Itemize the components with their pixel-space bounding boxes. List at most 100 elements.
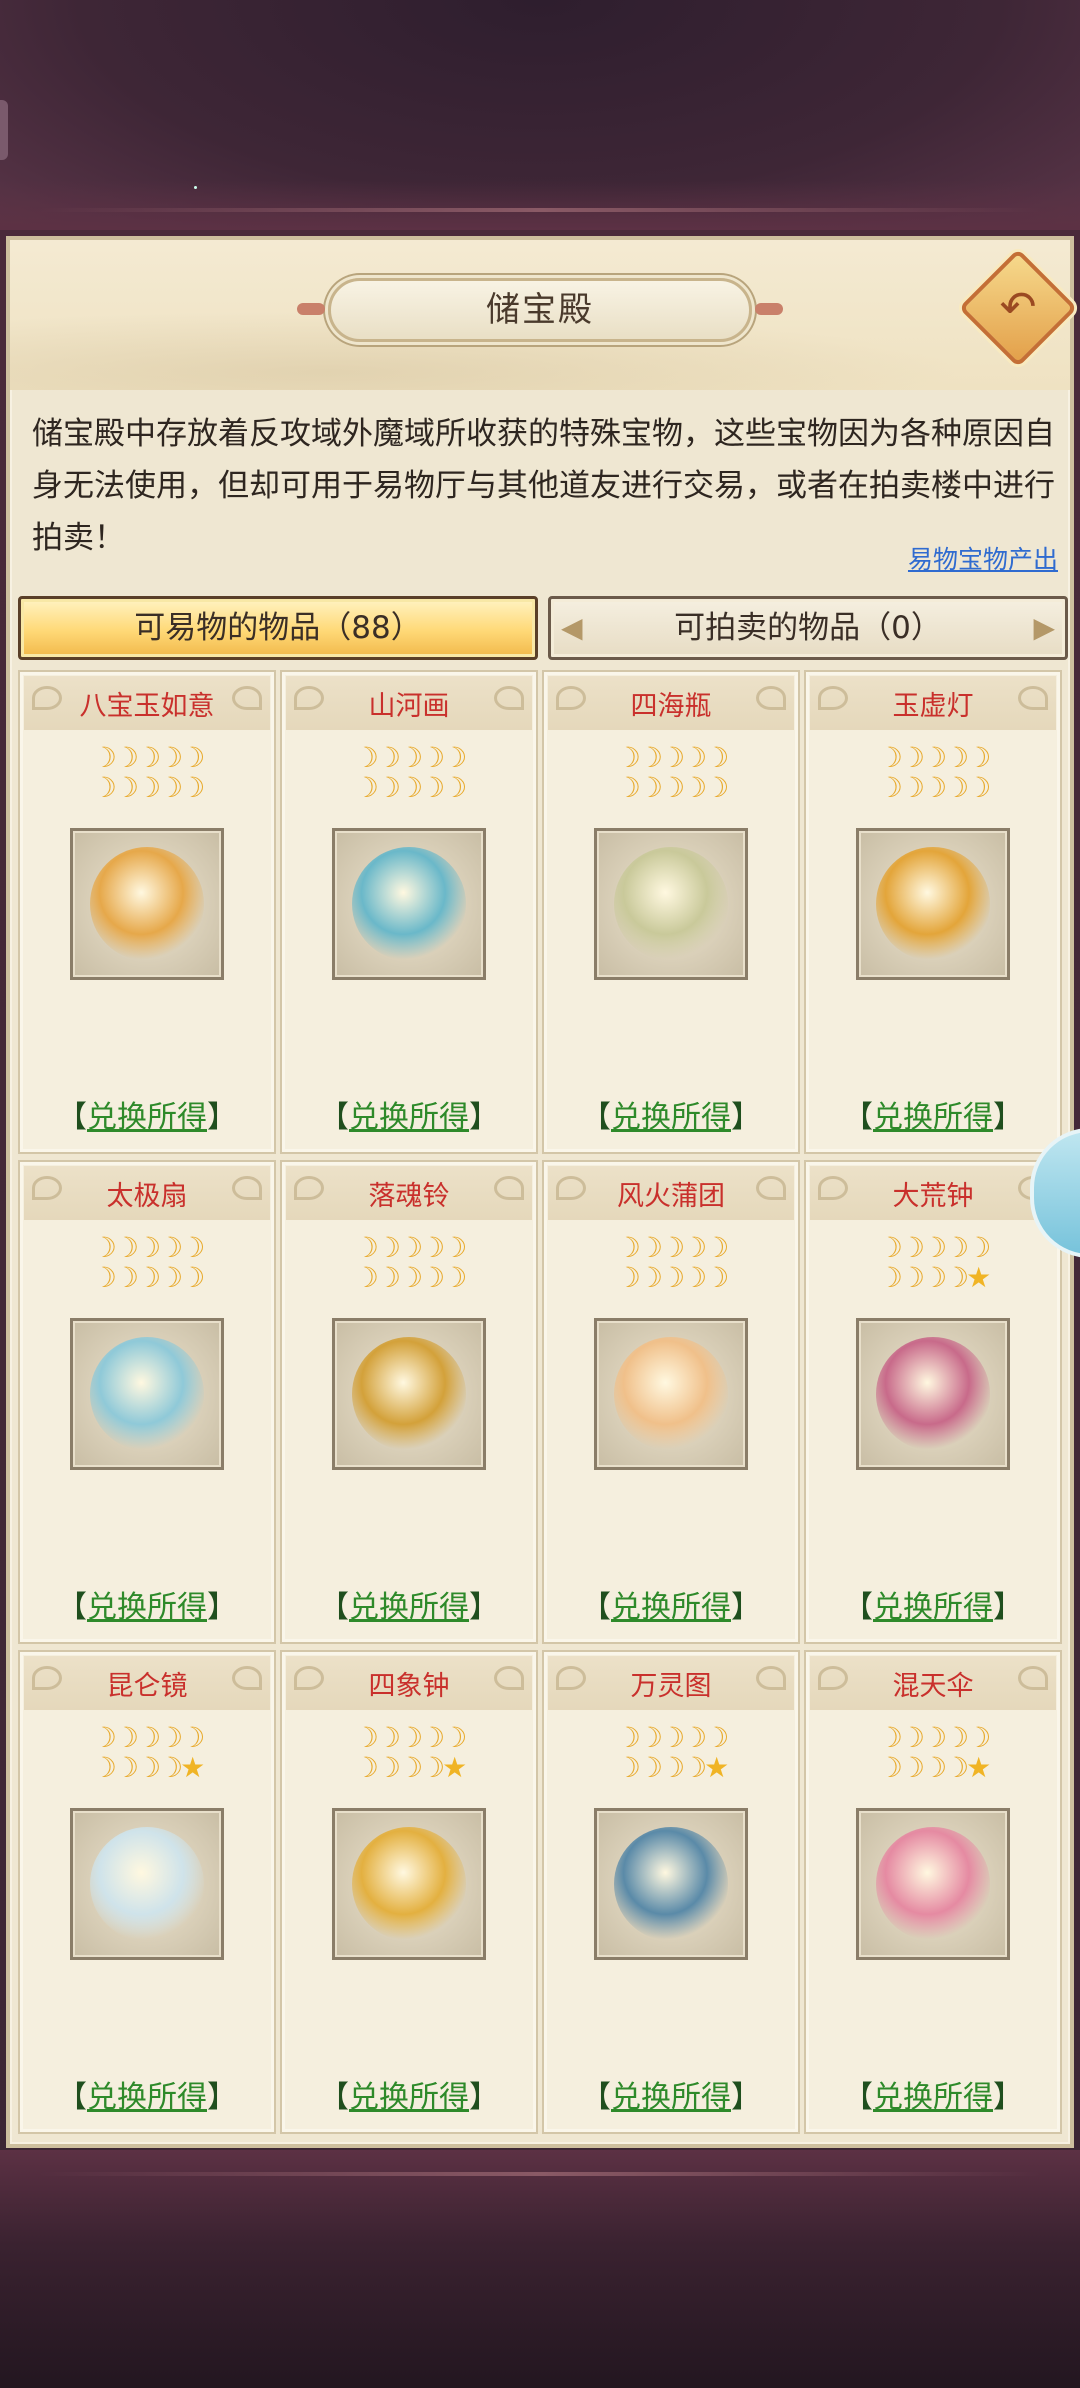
item-card[interactable]: 山河画 ☽☽☽☽☽ ☽☽☽☽☽ 【兑换所得】 [280, 670, 538, 1154]
exchange-source-link[interactable]: 【兑换所得】 [20, 1582, 274, 1626]
exchange-source-link[interactable]: 【兑换所得】 [806, 1582, 1060, 1626]
moon-icon: ☽ [944, 1721, 969, 1754]
ruyi-icon [90, 847, 204, 961]
bracket-left: 【 [319, 1100, 349, 1135]
moon-icon: ☽ [135, 1721, 161, 1754]
item-card[interactable]: 风火蒲团 ☽☽☽☽☽ ☽☽☽☽☽ 【兑换所得】 [542, 1160, 800, 1644]
item-card[interactable]: 昆仑镜 ☽☽☽☽☽ ☽☽☽☽★ 【兑换所得】 [18, 1650, 276, 2134]
exchange-source-link[interactable]: 【兑换所得】 [282, 2072, 536, 2116]
top-background [0, 0, 1080, 230]
exchange-label: 兑换所得 [349, 1590, 469, 1625]
item-rank-icons: ☽☽☽☽☽ ☽☽☽☽★ [20, 1724, 274, 1782]
item-icon-frame[interactable] [856, 828, 1010, 980]
item-name: 落魂铃 [368, 1181, 450, 1212]
moon-icon: ☽ [921, 1261, 947, 1294]
moon-icon: ☽ [615, 1261, 641, 1294]
exchange-label: 兑换所得 [611, 1590, 731, 1625]
moon-icon: ☽ [659, 771, 685, 804]
tab-tradable-items[interactable]: 可易物的物品（88） [18, 596, 538, 660]
tab-tradable-label: 可易物的物品（88） [134, 610, 422, 646]
item-icon-frame[interactable] [70, 1318, 224, 1470]
item-card[interactable]: 万灵图 ☽☽☽☽☽ ☽☽☽☽★ 【兑换所得】 [542, 1650, 800, 2134]
tab-auctionable-items[interactable]: ◀ 可拍卖的物品（0） ▶ [548, 596, 1068, 660]
moon-icon: ☽ [180, 1721, 205, 1754]
moon-icon: ☽ [899, 1231, 925, 1264]
moon-icon: ☽ [682, 771, 707, 804]
moon-icon: ☽ [921, 771, 947, 804]
moon-icon: ☽ [113, 741, 139, 774]
moon-icon: ☽ [637, 1231, 663, 1264]
moon-icon: ☽ [113, 1751, 139, 1784]
moon-icon: ☽ [397, 1751, 423, 1784]
item-icon-frame[interactable] [332, 1808, 486, 1960]
moon-icon: ☽ [704, 1261, 729, 1294]
item-icon-frame[interactable] [70, 1808, 224, 1960]
star-icon: ★ [966, 1261, 991, 1294]
item-icon-frame[interactable] [70, 828, 224, 980]
exchange-source-link[interactable]: 【兑换所得】 [282, 1092, 536, 1136]
plaque-knob-right [755, 303, 783, 315]
item-grid[interactable]: 八宝玉如意 ☽☽☽☽☽ ☽☽☽☽☽ 【兑换所得】 山河画 ☽☽☽☽☽ ☽☽☽☽☽ 【兑换所得】… [18, 670, 1068, 2144]
moon-icon: ☽ [158, 771, 183, 804]
item-rank-icons: ☽☽☽☽☽ ☽☽☽☽☽ [282, 1234, 536, 1292]
item-card[interactable]: 四象钟 ☽☽☽☽☽ ☽☽☽☽★ 【兑换所得】 [280, 1650, 538, 2134]
moon-icon: ☽ [180, 741, 205, 774]
item-icon-frame[interactable] [856, 1808, 1010, 1960]
moon-icon: ☽ [877, 771, 903, 804]
exchange-label: 兑换所得 [349, 2080, 469, 2115]
exchange-source-link[interactable]: 【兑换所得】 [806, 1092, 1060, 1136]
exchange-label: 兑换所得 [87, 1590, 207, 1625]
exchange-label: 兑换所得 [87, 1100, 207, 1135]
moon-icon: ☽ [966, 1721, 991, 1754]
moon-icon: ☽ [91, 1261, 117, 1294]
moon-icon: ☽ [944, 771, 969, 804]
item-card[interactable]: 大荒钟 ☽☽☽☽☽ ☽☽☽☽★ 【兑换所得】 [804, 1160, 1062, 1644]
exchange-source-link[interactable]: 【兑换所得】 [282, 1582, 536, 1626]
moon-icon: ☽ [375, 771, 401, 804]
moon-icon: ☽ [637, 771, 663, 804]
item-card[interactable]: 玉虚灯 ☽☽☽☽☽ ☽☽☽☽☽ 【兑换所得】 [804, 670, 1062, 1154]
item-card[interactable]: 太极扇 ☽☽☽☽☽ ☽☽☽☽☽ 【兑换所得】 [18, 1160, 276, 1644]
moon-icon: ☽ [659, 1721, 685, 1754]
bracket-left: 【 [57, 1100, 87, 1135]
moon-icon: ☽ [615, 1751, 641, 1784]
item-name: 八宝玉如意 [79, 691, 215, 722]
moon-icon: ☽ [91, 1231, 117, 1264]
fan-icon [90, 1337, 204, 1451]
item-name: 山河画 [368, 691, 450, 722]
moon-icon: ☽ [180, 771, 205, 804]
item-rank-icons: ☽☽☽☽☽ ☽☽☽☽★ [806, 1234, 1060, 1292]
item-icon-frame[interactable] [332, 828, 486, 980]
exchange-source-link[interactable]: 【兑换所得】 [544, 1582, 798, 1626]
moon-icon: ☽ [375, 741, 401, 774]
moon-icon: ☽ [442, 1231, 467, 1264]
item-card[interactable]: 混天伞 ☽☽☽☽☽ ☽☽☽☽★ 【兑换所得】 [804, 1650, 1062, 2134]
moon-icon: ☽ [682, 741, 707, 774]
moon-icon: ☽ [921, 741, 947, 774]
moon-icon: ☽ [180, 1231, 205, 1264]
item-card[interactable]: 落魂铃 ☽☽☽☽☽ ☽☽☽☽☽ 【兑换所得】 [280, 1160, 538, 1644]
item-icon-frame[interactable] [594, 1318, 748, 1470]
item-card[interactable]: 四海瓶 ☽☽☽☽☽ ☽☽☽☽☽ 【兑换所得】 [542, 670, 800, 1154]
item-card[interactable]: 八宝玉如意 ☽☽☽☽☽ ☽☽☽☽☽ 【兑换所得】 [18, 670, 276, 1154]
moon-icon: ☽ [442, 741, 467, 774]
item-icon-frame[interactable] [594, 828, 748, 980]
exchange-label: 兑换所得 [349, 1100, 469, 1135]
moon-icon: ☽ [682, 1751, 707, 1784]
item-icon-frame[interactable] [856, 1318, 1010, 1470]
back-arrow-icon[interactable]: ↶ [982, 270, 1054, 346]
bracket-right: 】 [207, 2080, 237, 2115]
moon-icon: ☽ [158, 1261, 183, 1294]
item-source-link[interactable]: 易物宝物产出 [908, 540, 1058, 576]
exchange-source-link[interactable]: 【兑换所得】 [20, 2072, 274, 2116]
exchange-source-link[interactable]: 【兑换所得】 [806, 2072, 1060, 2116]
exchange-source-link[interactable]: 【兑换所得】 [544, 2072, 798, 2116]
exchange-source-link[interactable]: 【兑换所得】 [544, 1092, 798, 1136]
exchange-source-link[interactable]: 【兑换所得】 [20, 1092, 274, 1136]
item-icon-frame[interactable] [332, 1318, 486, 1470]
bracket-left: 【 [843, 2080, 873, 2115]
moon-icon: ☽ [659, 741, 685, 774]
item-icon-frame[interactable] [594, 1808, 748, 1960]
bell-icon [352, 1337, 466, 1451]
moon-icon: ☽ [966, 1231, 991, 1264]
